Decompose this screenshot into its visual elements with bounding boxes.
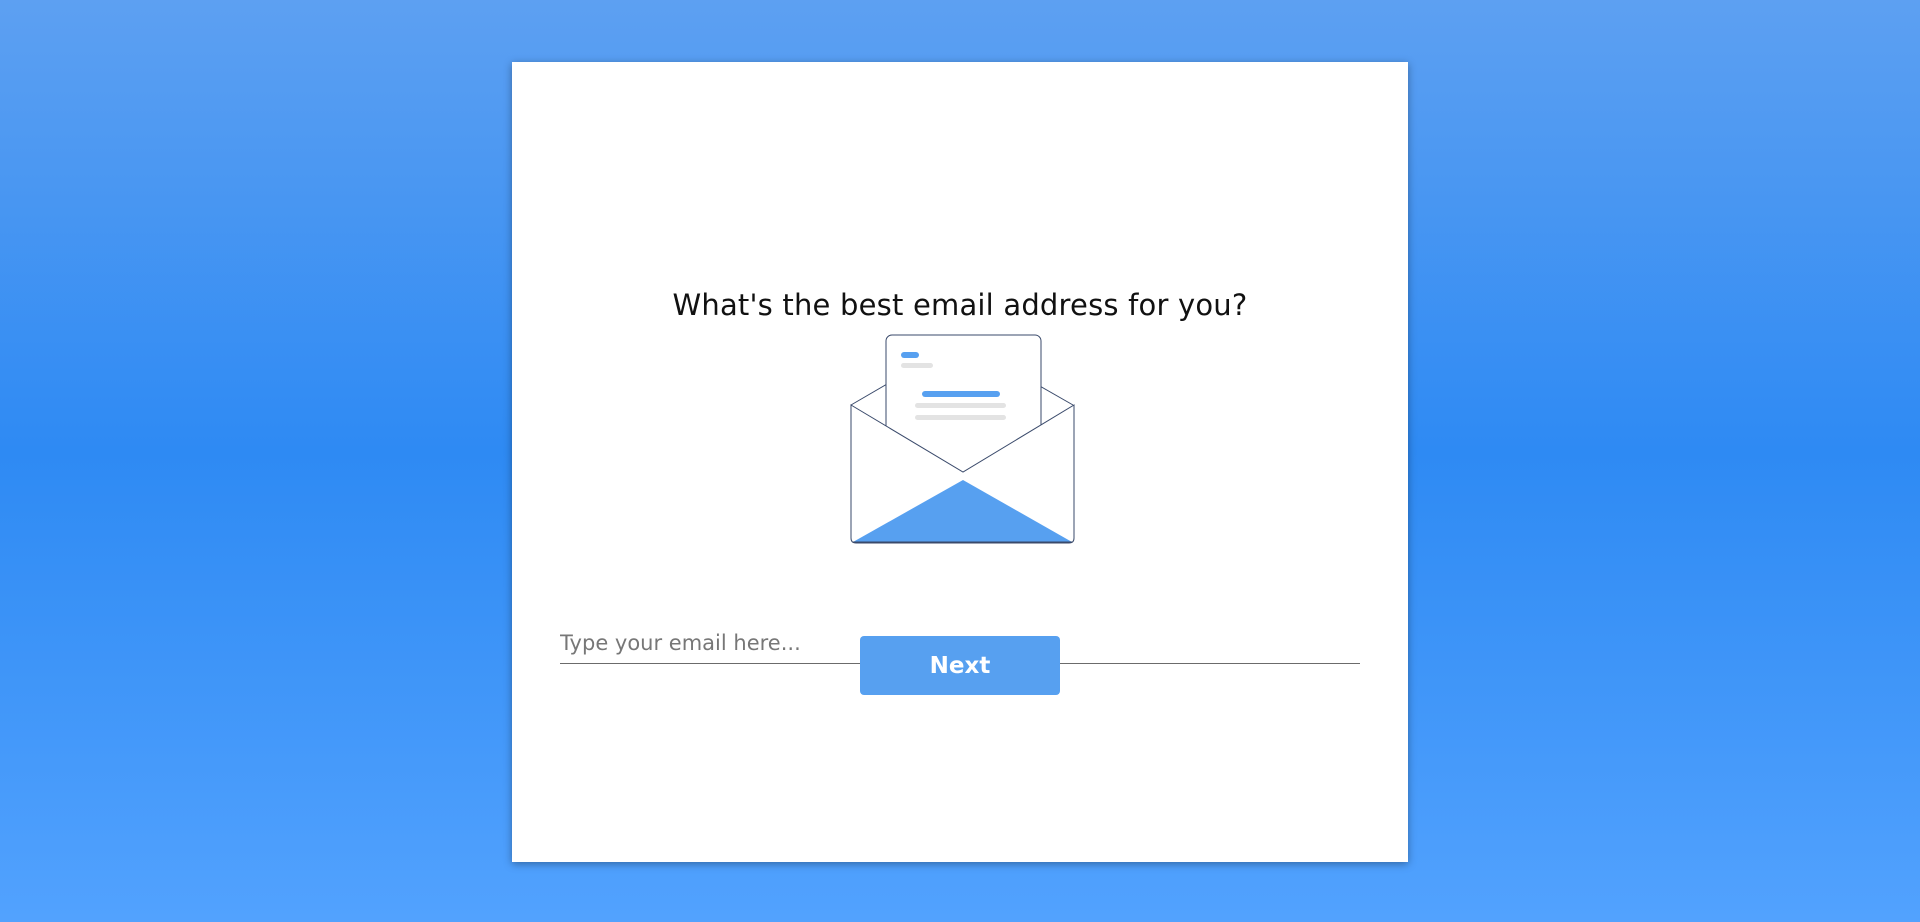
- email-form-card: What's the best email address for you? N…: [512, 62, 1408, 862]
- envelope-letter-icon: [845, 321, 1085, 545]
- next-button[interactable]: Next: [860, 636, 1060, 695]
- form-title: What's the best email address for you?: [672, 288, 1248, 322]
